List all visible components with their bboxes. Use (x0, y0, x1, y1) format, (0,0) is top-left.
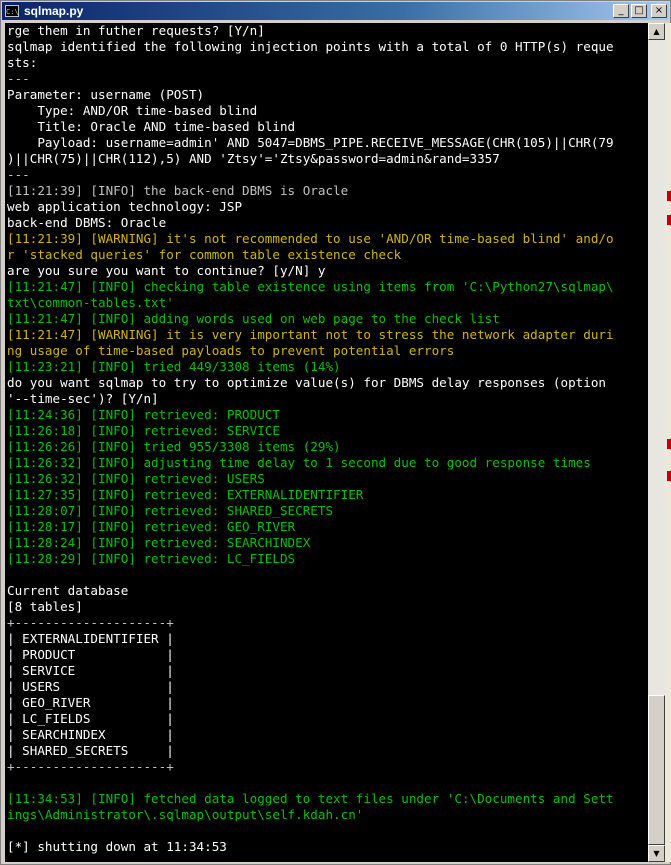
console-lines: rge them in futher requests? [Y/n] sqlmap… (5, 23, 648, 855)
minimize-button[interactable]: _ (613, 4, 629, 18)
console-line: +--------------------+ (7, 759, 174, 774)
console-line: ings\Administrator\.sqlmap\output\self.k… (7, 807, 364, 822)
console-line: [11:28:24] [INFO] retrieved: SEARCHINDEX (7, 535, 311, 550)
console-line: )||CHR(75)||CHR(112),5) AND 'Ztsy'='Ztsy… (7, 151, 500, 166)
console-line: Parameter: username (POST) (7, 87, 205, 102)
console-line: back-end DBMS: Oracle (7, 215, 167, 230)
console-line: | SERVICE | (7, 663, 174, 678)
console-line: [*] shutting down at 11:34:53 (7, 839, 227, 854)
scroll-down-button[interactable]: ▼ (648, 845, 665, 862)
scrollbar-thumb[interactable] (648, 695, 665, 845)
window-controls: _ □ × (613, 4, 667, 18)
console-line: web application technology: JSP (7, 199, 243, 214)
console-line: txt\common-tables.txt' (7, 295, 174, 310)
console-line: are you sure you want to continue? [y/N]… (7, 263, 326, 278)
close-button[interactable]: × (651, 4, 667, 18)
background-edge-mark (667, 439, 671, 449)
console-line: [11:26:32] [INFO] retrieved: USERS (7, 471, 265, 486)
console-line: | GEO_RIVER | (7, 695, 174, 710)
console-line: | EXTERNALIDENTIFIER | (7, 631, 174, 646)
console-line: rge them in futher requests? [Y/n] (7, 23, 265, 38)
console-line: [11:21:47] [WARNING] it is very importan… (7, 327, 614, 342)
console-line: do you want sqlmap to try to optimize va… (7, 375, 606, 390)
console-line: [8 tables] (7, 599, 83, 614)
console-line: [11:28:07] [INFO] retrieved: SHARED_SECR… (7, 503, 334, 518)
console-line: [11:21:39] [WARNING] it's not recommende… (7, 231, 614, 246)
scroll-up-button[interactable]: ▲ (648, 23, 665, 40)
vertical-scrollbar[interactable]: ▲ ▼ (648, 23, 665, 862)
console-line: | SEARCHINDEX | (7, 727, 174, 742)
console-app-icon[interactable]: C:\ (5, 5, 19, 17)
console-line: | PRODUCT | (7, 647, 174, 662)
console-line: | LC_FIELDS | (7, 711, 174, 726)
console-line: +--------------------+ (7, 615, 174, 630)
console-line: sqlmap identified the following injectio… (7, 39, 614, 54)
console-line: Payload: username=admin' AND 5047=DBMS_P… (7, 135, 614, 150)
background-edge-mark (667, 191, 671, 201)
background-edge-mark (667, 215, 671, 225)
console-line: --- (7, 167, 30, 182)
console-line: Type: AND/OR time-based blind (7, 103, 258, 118)
console-line: ng usage of time-based payloads to preve… (7, 343, 455, 358)
console-line: [11:26:26] [INFO] tried 955/3308 items (… (7, 439, 341, 454)
console-line: | USERS | (7, 679, 174, 694)
console-line: [11:28:17] [INFO] retrieved: GEO_RIVER (7, 519, 296, 534)
console-line: --- (7, 71, 30, 86)
background-edge-mark (667, 471, 671, 481)
title-bar[interactable]: C:\ sqlmap.py _ □ × (2, 2, 669, 20)
console-line: [11:21:47] [INFO] adding words used on w… (7, 311, 500, 326)
console-line: [11:21:47] [INFO] checking table existen… (7, 279, 614, 294)
console-line: [11:23:21] [INFO] tried 449/3308 items (… (7, 359, 341, 374)
window-title: sqlmap.py (24, 4, 84, 18)
console-line: Title: Oracle AND time-based blind (7, 119, 296, 134)
console-line: [11:21:39] [INFO] the back-end DBMS is O… (7, 183, 349, 198)
console-line: '--time-sec')? [Y/n] (7, 391, 159, 406)
console-line: | SHARED_SECRETS | (7, 743, 174, 758)
console-output[interactable]: rge them in futher requests? [Y/n] sqlmap… (5, 23, 648, 862)
console-line: Current database (7, 583, 129, 598)
console-line: [11:34:53] [INFO] fetched data logged to… (7, 791, 614, 806)
console-line: [11:26:32] [INFO] adjusting time delay t… (7, 455, 591, 470)
console-line: sts: (7, 55, 38, 70)
console-line: [11:28:29] [INFO] retrieved: LC_FIELDS (7, 551, 296, 566)
console-window: C:\ sqlmap.py _ □ × rge them in futher r… (0, 0, 671, 865)
maximize-button[interactable]: □ (631, 4, 647, 18)
console-line: [11:26:18] [INFO] retrieved: SERVICE (7, 423, 280, 438)
console-line: [11:24:36] [INFO] retrieved: PRODUCT (7, 407, 280, 422)
console-line: r 'stacked queries' for common table exi… (7, 247, 402, 262)
console-line: [11:27:35] [INFO] retrieved: EXTERNALIDE… (7, 487, 364, 502)
